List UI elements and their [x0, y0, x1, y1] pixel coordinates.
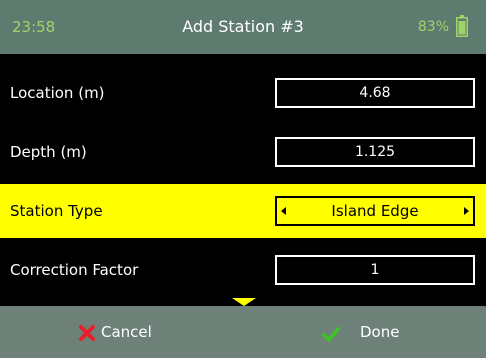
footer-bar: Cancel Done: [0, 306, 486, 358]
cancel-label: Cancel: [101, 323, 152, 341]
scroll-down-arrow-icon[interactable]: [232, 298, 256, 306]
checkmark-icon: [322, 327, 340, 342]
page-title: Add Station #3: [182, 17, 304, 36]
title-bar: 23:58 Add Station #3 83%: [0, 0, 486, 54]
done-button[interactable]: Done: [243, 306, 486, 358]
station-type-value: Island Edge: [331, 202, 419, 220]
location-row[interactable]: Location (m) 4.68: [0, 66, 486, 120]
cancel-button[interactable]: Cancel: [0, 306, 243, 358]
correction-factor-field[interactable]: 1: [275, 255, 475, 285]
station-type-label: Station Type: [10, 202, 103, 220]
station-type-row[interactable]: Station Type Island Edge: [0, 184, 486, 238]
x-icon: [79, 325, 95, 341]
correction-factor-row[interactable]: Correction Factor 1: [0, 243, 486, 297]
done-label: Done: [360, 323, 400, 341]
depth-field[interactable]: 1.125: [275, 137, 475, 167]
battery-percent: 83%: [417, 19, 449, 35]
correction-factor-label: Correction Factor: [10, 261, 139, 279]
depth-row[interactable]: Depth (m) 1.125: [0, 125, 486, 179]
station-type-selector[interactable]: Island Edge: [275, 196, 475, 226]
battery-icon: [456, 15, 468, 37]
depth-label: Depth (m): [10, 143, 87, 161]
next-option-arrow-icon[interactable]: [464, 207, 469, 215]
location-field[interactable]: 4.68: [275, 78, 475, 108]
location-label: Location (m): [10, 84, 105, 102]
previous-option-arrow-icon[interactable]: [281, 207, 286, 215]
